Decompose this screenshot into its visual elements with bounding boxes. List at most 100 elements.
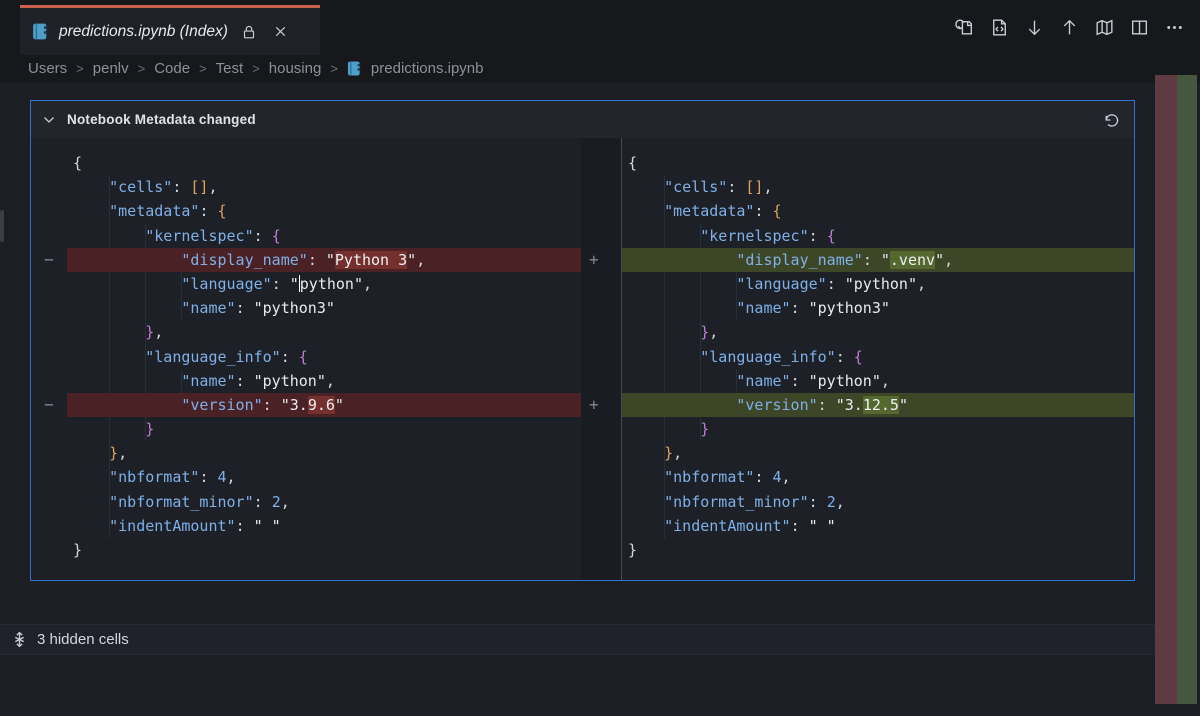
gutter-cell bbox=[589, 272, 621, 296]
gutter-cell bbox=[589, 345, 621, 369]
code-line[interactable]: { bbox=[67, 151, 581, 175]
gutter-cell bbox=[589, 175, 621, 199]
close-icon[interactable] bbox=[270, 21, 292, 43]
next-change-button[interactable] bbox=[1020, 15, 1048, 41]
diff-pane-original[interactable]: { "cells": [], "metadata": { "kernelspec… bbox=[67, 138, 581, 580]
code-line[interactable]: "name": "python3" bbox=[622, 296, 1134, 320]
code-line[interactable]: "kernelspec": { bbox=[622, 224, 1134, 248]
tab-predictions-ipynb[interactable]: predictions.ipynb (Index) bbox=[20, 5, 320, 55]
gutter-cell bbox=[589, 199, 621, 223]
code-line[interactable]: "language": "python", bbox=[622, 272, 1134, 296]
arrow-up-icon bbox=[1059, 17, 1080, 38]
vscode-notebook-diff-window: predictions.ipynb (Index) bbox=[0, 0, 1200, 716]
code-line[interactable]: "language_info": { bbox=[622, 345, 1134, 369]
code-line[interactable]: "name": "python", bbox=[622, 369, 1134, 393]
code-line[interactable]: } bbox=[67, 417, 581, 441]
breadcrumb-item[interactable]: Code bbox=[154, 60, 190, 77]
diff-gutter-added: ++ bbox=[581, 138, 621, 580]
gutter-cell bbox=[31, 538, 67, 562]
gutter-cell bbox=[31, 417, 67, 441]
gutter-cell bbox=[31, 345, 67, 369]
code-line[interactable]: "language_info": { bbox=[67, 345, 581, 369]
overview-ruler-deleted[interactable] bbox=[1155, 75, 1177, 704]
added-line-marker: + bbox=[589, 248, 621, 272]
gutter-cell bbox=[31, 175, 67, 199]
code-line[interactable]: }, bbox=[622, 441, 1134, 465]
added-line-marker: + bbox=[589, 393, 621, 417]
gutter-cell bbox=[31, 369, 67, 393]
gutter-cell bbox=[589, 417, 621, 441]
breadcrumb-item[interactable]: Users bbox=[28, 60, 67, 77]
code-line[interactable]: } bbox=[622, 538, 1134, 562]
code-line[interactable]: }, bbox=[67, 441, 581, 465]
snowflake-unfold-icon bbox=[10, 630, 29, 649]
diff-pane-modified[interactable]: { "cells": [], "metadata": { "kernelspec… bbox=[621, 138, 1134, 580]
code-line[interactable]: } bbox=[67, 538, 581, 562]
arrow-down-icon bbox=[1024, 17, 1045, 38]
diff-header-title: Notebook Metadata changed bbox=[67, 112, 256, 127]
breadcrumb-item[interactable]: penlv bbox=[93, 60, 129, 77]
code-line[interactable]: "cells": [], bbox=[622, 175, 1134, 199]
overview-ruler-added[interactable] bbox=[1177, 75, 1197, 704]
lock-icon[interactable] bbox=[238, 21, 260, 43]
breadcrumb-separator: > bbox=[330, 61, 338, 76]
code-line[interactable]: "nbformat_minor": 2, bbox=[67, 490, 581, 514]
breadcrumb: Users>penlv>Code>Test>housing> predictio… bbox=[0, 55, 1200, 82]
code-line[interactable]: "language": "python", bbox=[67, 272, 581, 296]
previous-change-button[interactable] bbox=[1055, 15, 1083, 41]
breadcrumb-file[interactable]: predictions.ipynb bbox=[371, 60, 484, 77]
gutter-cell bbox=[589, 151, 621, 175]
gutter-cell bbox=[31, 514, 67, 538]
code-line[interactable]: "metadata": { bbox=[67, 199, 581, 223]
open-file-button[interactable] bbox=[985, 15, 1013, 41]
deleted-code-line[interactable]: "version": "3.9.6" bbox=[67, 393, 581, 417]
split-editor-button[interactable] bbox=[1125, 15, 1153, 41]
code-line[interactable]: "kernelspec": { bbox=[67, 224, 581, 248]
hidden-cells-row[interactable]: 3 hidden cells bbox=[0, 624, 1155, 655]
diff-body: −− { "cells": [], "metadata": { "kernels… bbox=[31, 138, 1134, 580]
gutter-cell bbox=[31, 441, 67, 465]
code-line[interactable]: "cells": [], bbox=[67, 175, 581, 199]
code-line[interactable]: "nbformat": 4, bbox=[67, 465, 581, 489]
code-line[interactable]: "name": "python", bbox=[67, 369, 581, 393]
code-line[interactable]: }, bbox=[622, 320, 1134, 344]
revert-metadata-button[interactable] bbox=[1096, 107, 1124, 133]
code-line[interactable]: "metadata": { bbox=[622, 199, 1134, 223]
open-file-code-icon bbox=[989, 17, 1010, 38]
breadcrumb-item[interactable]: housing bbox=[269, 60, 322, 77]
diff-header[interactable]: Notebook Metadata changed bbox=[31, 101, 1134, 138]
code-line[interactable]: "nbformat_minor": 2, bbox=[622, 490, 1134, 514]
code-line[interactable]: "indentAmount": " " bbox=[622, 514, 1134, 538]
gutter-cell bbox=[31, 151, 67, 175]
editor-actions-toolbar bbox=[950, 0, 1188, 55]
open-changes-button[interactable] bbox=[950, 15, 978, 41]
map-view-button[interactable] bbox=[1090, 15, 1118, 41]
undo-icon bbox=[1101, 111, 1119, 129]
gutter-cell bbox=[589, 320, 621, 344]
breadcrumb-separator: > bbox=[199, 61, 207, 76]
gutter-cell bbox=[31, 490, 67, 514]
notebook-metadata-diff-cell[interactable]: Notebook Metadata changed −− { "cells": … bbox=[30, 100, 1135, 581]
code-line[interactable]: }, bbox=[67, 320, 581, 344]
left-scroll-indicator[interactable] bbox=[0, 210, 4, 242]
gutter-cell bbox=[589, 538, 621, 562]
chevron-down-icon[interactable] bbox=[41, 112, 57, 128]
code-line[interactable]: } bbox=[622, 417, 1134, 441]
gutter-cell bbox=[31, 296, 67, 320]
more-actions-button[interactable] bbox=[1160, 15, 1188, 41]
removed-line-marker: − bbox=[31, 393, 67, 417]
code-line[interactable]: "name": "python3" bbox=[67, 296, 581, 320]
deleted-code-line[interactable]: "display_name": "Python 3", bbox=[67, 248, 581, 272]
code-line[interactable]: "indentAmount": " " bbox=[67, 514, 581, 538]
added-code-line[interactable]: "version": "3.12.5" bbox=[622, 393, 1134, 417]
added-code-line[interactable]: "display_name": ".venv", bbox=[622, 248, 1134, 272]
gutter-cell bbox=[31, 199, 67, 223]
hidden-cells-label: 3 hidden cells bbox=[37, 631, 129, 648]
breadcrumb-item[interactable]: Test bbox=[216, 60, 244, 77]
code-line[interactable]: "nbformat": 4, bbox=[622, 465, 1134, 489]
open-changes-file-icon bbox=[954, 17, 975, 38]
code-line[interactable]: { bbox=[622, 151, 1134, 175]
gutter-cell bbox=[589, 296, 621, 320]
tab-title: predictions.ipynb (Index) bbox=[59, 23, 228, 41]
breadcrumb-separator: > bbox=[76, 61, 84, 76]
